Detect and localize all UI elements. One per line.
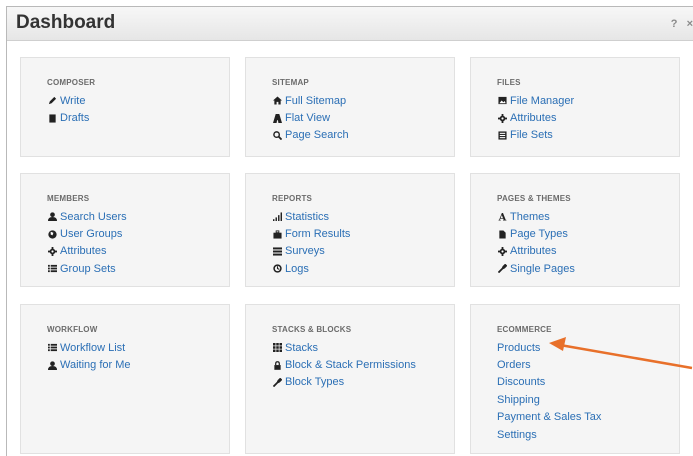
annotation-arrow <box>549 337 693 370</box>
annotation-arrow-line <box>559 343 693 370</box>
annotation-arrow-head <box>549 337 566 351</box>
